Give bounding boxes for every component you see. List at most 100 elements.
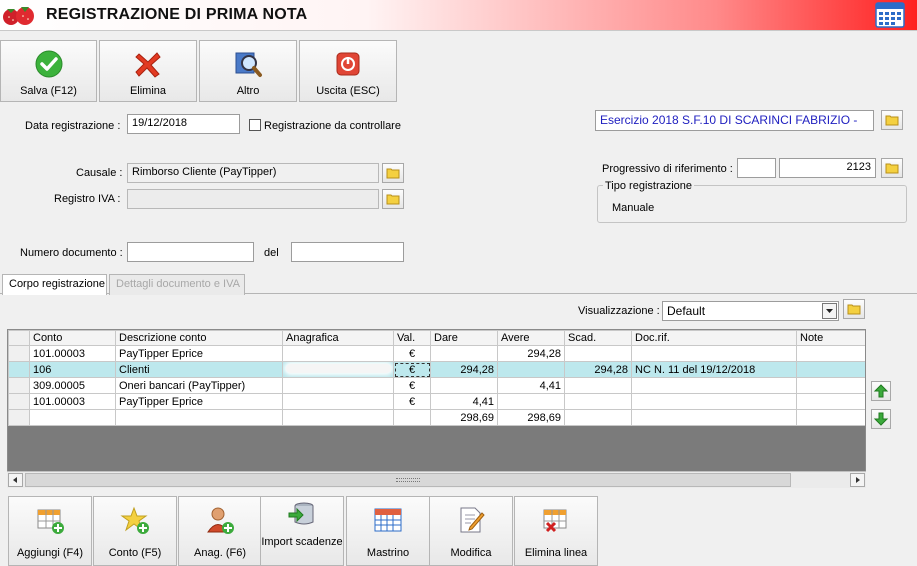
col-header-conto[interactable]: Conto xyxy=(29,330,116,346)
cell-dare[interactable] xyxy=(430,345,498,362)
date-field[interactable]: 19/12/2018 xyxy=(127,114,240,134)
horizontal-scrollbar[interactable] xyxy=(7,471,866,488)
move-down-button[interactable] xyxy=(871,409,891,429)
causale-label: Causale : xyxy=(76,167,123,179)
other-label: Altro xyxy=(236,85,260,97)
causale-browse-button[interactable] xyxy=(382,163,404,183)
row-selector[interactable] xyxy=(8,393,30,410)
cell-valuta[interactable]: € xyxy=(393,345,431,362)
other-button[interactable]: Altro xyxy=(199,40,297,102)
row-selector[interactable] xyxy=(8,361,30,378)
arrow-up-icon xyxy=(873,384,889,398)
modifica-button[interactable]: Modifica xyxy=(429,496,513,566)
visualizzazione-value: Default xyxy=(667,304,706,318)
cell-valuta[interactable]: € xyxy=(393,393,431,410)
add-line-button[interactable]: Aggiungi (F4) xyxy=(8,496,92,566)
cell-note[interactable] xyxy=(796,377,865,394)
cell-conto[interactable]: 309.00005 xyxy=(29,377,116,394)
table-row-selected[interactable]: 106 Clienti € 294,28 294,28 NC N. 11 del… xyxy=(8,361,865,378)
anag-button[interactable]: Anag. (F6) xyxy=(178,496,262,566)
col-header-note[interactable]: Note xyxy=(796,330,865,346)
elimina-linea-label: Elimina linea xyxy=(524,547,588,559)
calendar-icon[interactable] xyxy=(875,2,905,28)
cell-docrif[interactable] xyxy=(631,393,797,410)
cell-dare[interactable] xyxy=(430,377,498,394)
col-header-anagrafica[interactable]: Anagrafica xyxy=(282,330,394,346)
cell-avere[interactable]: 4,41 xyxy=(497,377,565,394)
cell-conto[interactable]: 101.00003 xyxy=(29,393,116,410)
causale-field[interactable]: Rimborso Cliente (PayTipper) xyxy=(127,163,379,183)
cell-dare[interactable]: 294,28 xyxy=(430,361,498,378)
tab-dettagli-documento[interactable]: Dettagli documento e IVA xyxy=(109,274,245,295)
scroll-right-button[interactable] xyxy=(850,473,865,487)
visualizzazione-browse-button[interactable] xyxy=(843,299,865,319)
cell-anagrafica[interactable] xyxy=(282,393,394,410)
col-header-scadenza[interactable]: Scad. xyxy=(564,330,632,346)
col-header-descrizione[interactable]: Descrizione conto xyxy=(115,330,283,346)
cell-scadenza[interactable] xyxy=(564,345,632,362)
delete-button[interactable]: Elimina xyxy=(99,40,197,102)
col-header-dare[interactable]: Dare xyxy=(430,330,498,346)
cell-conto[interactable]: 101.00003 xyxy=(29,345,116,362)
scroll-left-button[interactable] xyxy=(8,473,23,487)
cell-descrizione[interactable]: Clienti xyxy=(115,361,283,378)
move-up-button[interactable] xyxy=(871,381,891,401)
x-icon xyxy=(135,52,161,78)
cell-descrizione[interactable]: Oneri bancari (PayTipper) xyxy=(115,377,283,394)
cell-valuta[interactable]: € xyxy=(393,361,431,378)
progressivo-prefix-field[interactable] xyxy=(737,158,776,178)
import-scadenze-button[interactable]: Import scadenze xyxy=(260,496,344,566)
cell-anagrafica[interactable] xyxy=(282,361,394,378)
table-row[interactable]: 101.00003 PayTipper Eprice € 294,28 xyxy=(8,345,865,362)
cell-anagrafica[interactable] xyxy=(282,345,394,362)
save-button[interactable]: Salva (F12) xyxy=(0,40,97,102)
cell-descrizione[interactable]: PayTipper Eprice xyxy=(115,345,283,362)
row-header-corner xyxy=(8,330,30,346)
col-header-avere[interactable]: Avere xyxy=(497,330,565,346)
esercizio-field[interactable]: Esercizio 2018 S.F.10 DI SCARINCI FABRIZ… xyxy=(595,110,874,131)
cell-note[interactable] xyxy=(796,393,865,410)
registro-browse-button[interactable] xyxy=(382,189,404,209)
cell-scadenza[interactable] xyxy=(564,393,632,410)
col-header-valuta[interactable]: Val. xyxy=(393,330,431,346)
cell-avere[interactable] xyxy=(497,393,565,410)
conto-button[interactable]: Conto (F5) xyxy=(93,496,177,566)
cell-avere[interactable]: 294,28 xyxy=(497,345,565,362)
progressivo-browse-button[interactable] xyxy=(881,158,903,178)
registro-field[interactable] xyxy=(127,189,379,209)
numdoc-label: Numero documento : xyxy=(20,247,123,259)
col-header-docrif[interactable]: Doc.rif. xyxy=(631,330,797,346)
exit-button[interactable]: Uscita (ESC) xyxy=(299,40,397,102)
check-to-verify[interactable] xyxy=(249,119,261,131)
tab-corpo-registrazione[interactable]: Corpo registrazione xyxy=(2,274,107,295)
check-icon xyxy=(35,50,62,78)
table-row[interactable]: 309.00005 Oneri bancari (PayTipper) € 4,… xyxy=(8,377,865,394)
cell-docrif[interactable]: NC N. 11 del 19/12/2018 xyxy=(631,361,797,378)
cell-note[interactable] xyxy=(796,361,865,378)
cell-conto[interactable]: 106 xyxy=(29,361,116,378)
cell-scadenza[interactable]: 294,28 xyxy=(564,361,632,378)
mastrino-button[interactable]: Mastrino xyxy=(346,496,430,566)
cell-scadenza[interactable] xyxy=(564,377,632,394)
row-selector[interactable] xyxy=(8,377,30,394)
cell-docrif[interactable] xyxy=(631,345,797,362)
scroll-thumb[interactable] xyxy=(25,473,791,487)
elimina-linea-button[interactable]: Elimina linea xyxy=(514,496,598,566)
visualizzazione-select[interactable]: Default xyxy=(662,301,839,321)
progressivo-field[interactable]: 2123 xyxy=(779,158,876,178)
esercizio-browse-button[interactable] xyxy=(881,110,903,130)
del-date-field[interactable] xyxy=(291,242,404,262)
row-selector[interactable] xyxy=(8,345,30,362)
chevron-down-icon[interactable] xyxy=(822,303,837,319)
cell-note[interactable] xyxy=(796,345,865,362)
row-selector xyxy=(8,409,30,426)
cell-descrizione[interactable]: PayTipper Eprice xyxy=(115,393,283,410)
registration-grid[interactable]: Conto Descrizione conto Anagrafica Val. … xyxy=(7,329,866,487)
cell-dare[interactable]: 4,41 xyxy=(430,393,498,410)
cell-avere[interactable] xyxy=(497,361,565,378)
numdoc-field[interactable] xyxy=(127,242,254,262)
cell-anagrafica[interactable] xyxy=(282,377,394,394)
table-row[interactable]: 101.00003 PayTipper Eprice € 4,41 xyxy=(8,393,865,410)
cell-docrif[interactable] xyxy=(631,377,797,394)
cell-valuta[interactable]: € xyxy=(393,377,431,394)
